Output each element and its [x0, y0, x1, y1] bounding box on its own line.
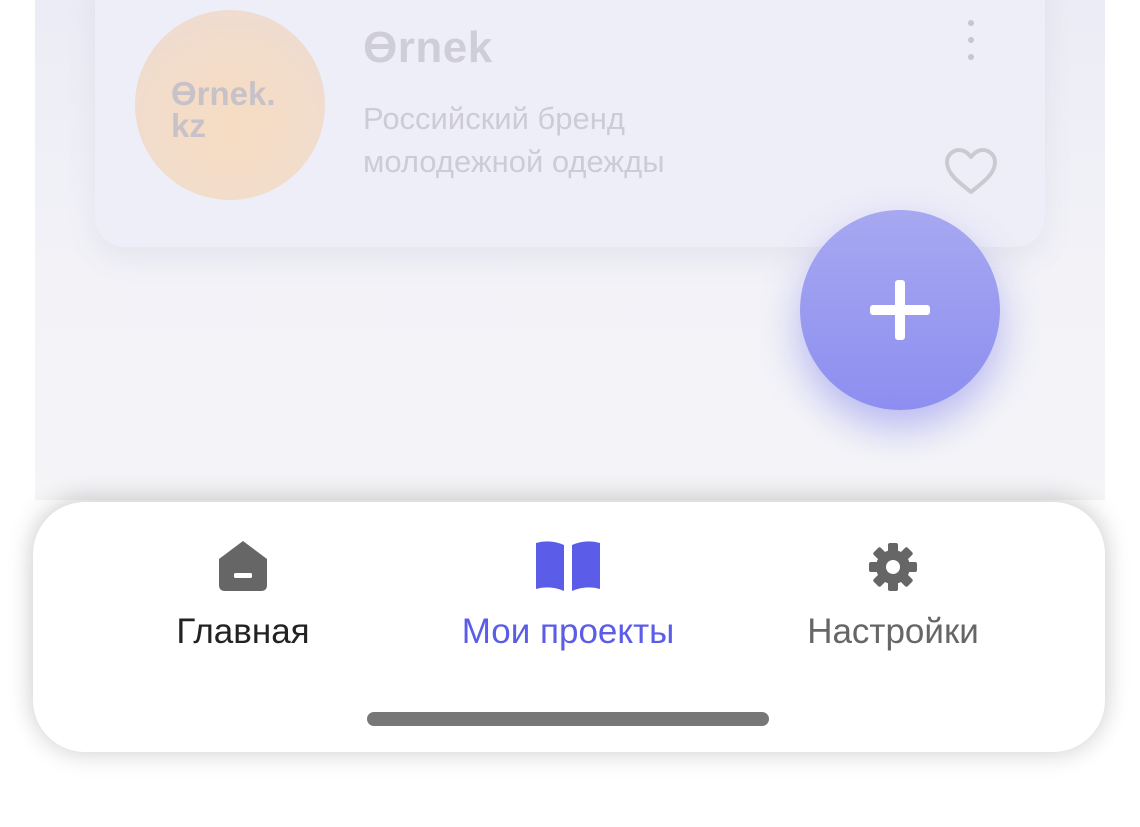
- app-screen: Ɵrnek. kz Ɵrnek Российский бренд молодеж…: [0, 0, 1140, 827]
- gear-icon: [869, 543, 917, 591]
- tab-settings[interactable]: Настройки: [788, 537, 998, 657]
- bottom-tab-bar: Главная Мои проекты Настройки: [33, 502, 1105, 752]
- brand-logo: Ɵrnek. kz: [135, 10, 325, 200]
- plus-icon: [870, 280, 930, 340]
- add-project-button[interactable]: [800, 210, 1000, 410]
- project-description: Российский бренд молодежной одежды: [363, 101, 665, 179]
- tab-settings-label: Настройки: [807, 612, 979, 651]
- more-vertical-icon[interactable]: [961, 18, 981, 62]
- tab-home-label: Главная: [176, 612, 310, 651]
- book-open-icon: [536, 541, 600, 591]
- heart-outline-icon[interactable]: [943, 146, 999, 196]
- projects-list-area: Ɵrnek. kz Ɵrnek Российский бренд молодеж…: [35, 0, 1105, 500]
- tab-my-projects-label: Мои проекты: [461, 612, 675, 651]
- brand-logo-text: Ɵrnek. kz: [171, 75, 276, 144]
- tab-home[interactable]: Главная: [138, 537, 348, 657]
- tab-my-projects[interactable]: Мои проекты: [438, 537, 698, 657]
- project-title: Ɵrnek: [363, 23, 493, 72]
- home-indicator: [367, 712, 769, 726]
- home-icon: [219, 541, 267, 591]
